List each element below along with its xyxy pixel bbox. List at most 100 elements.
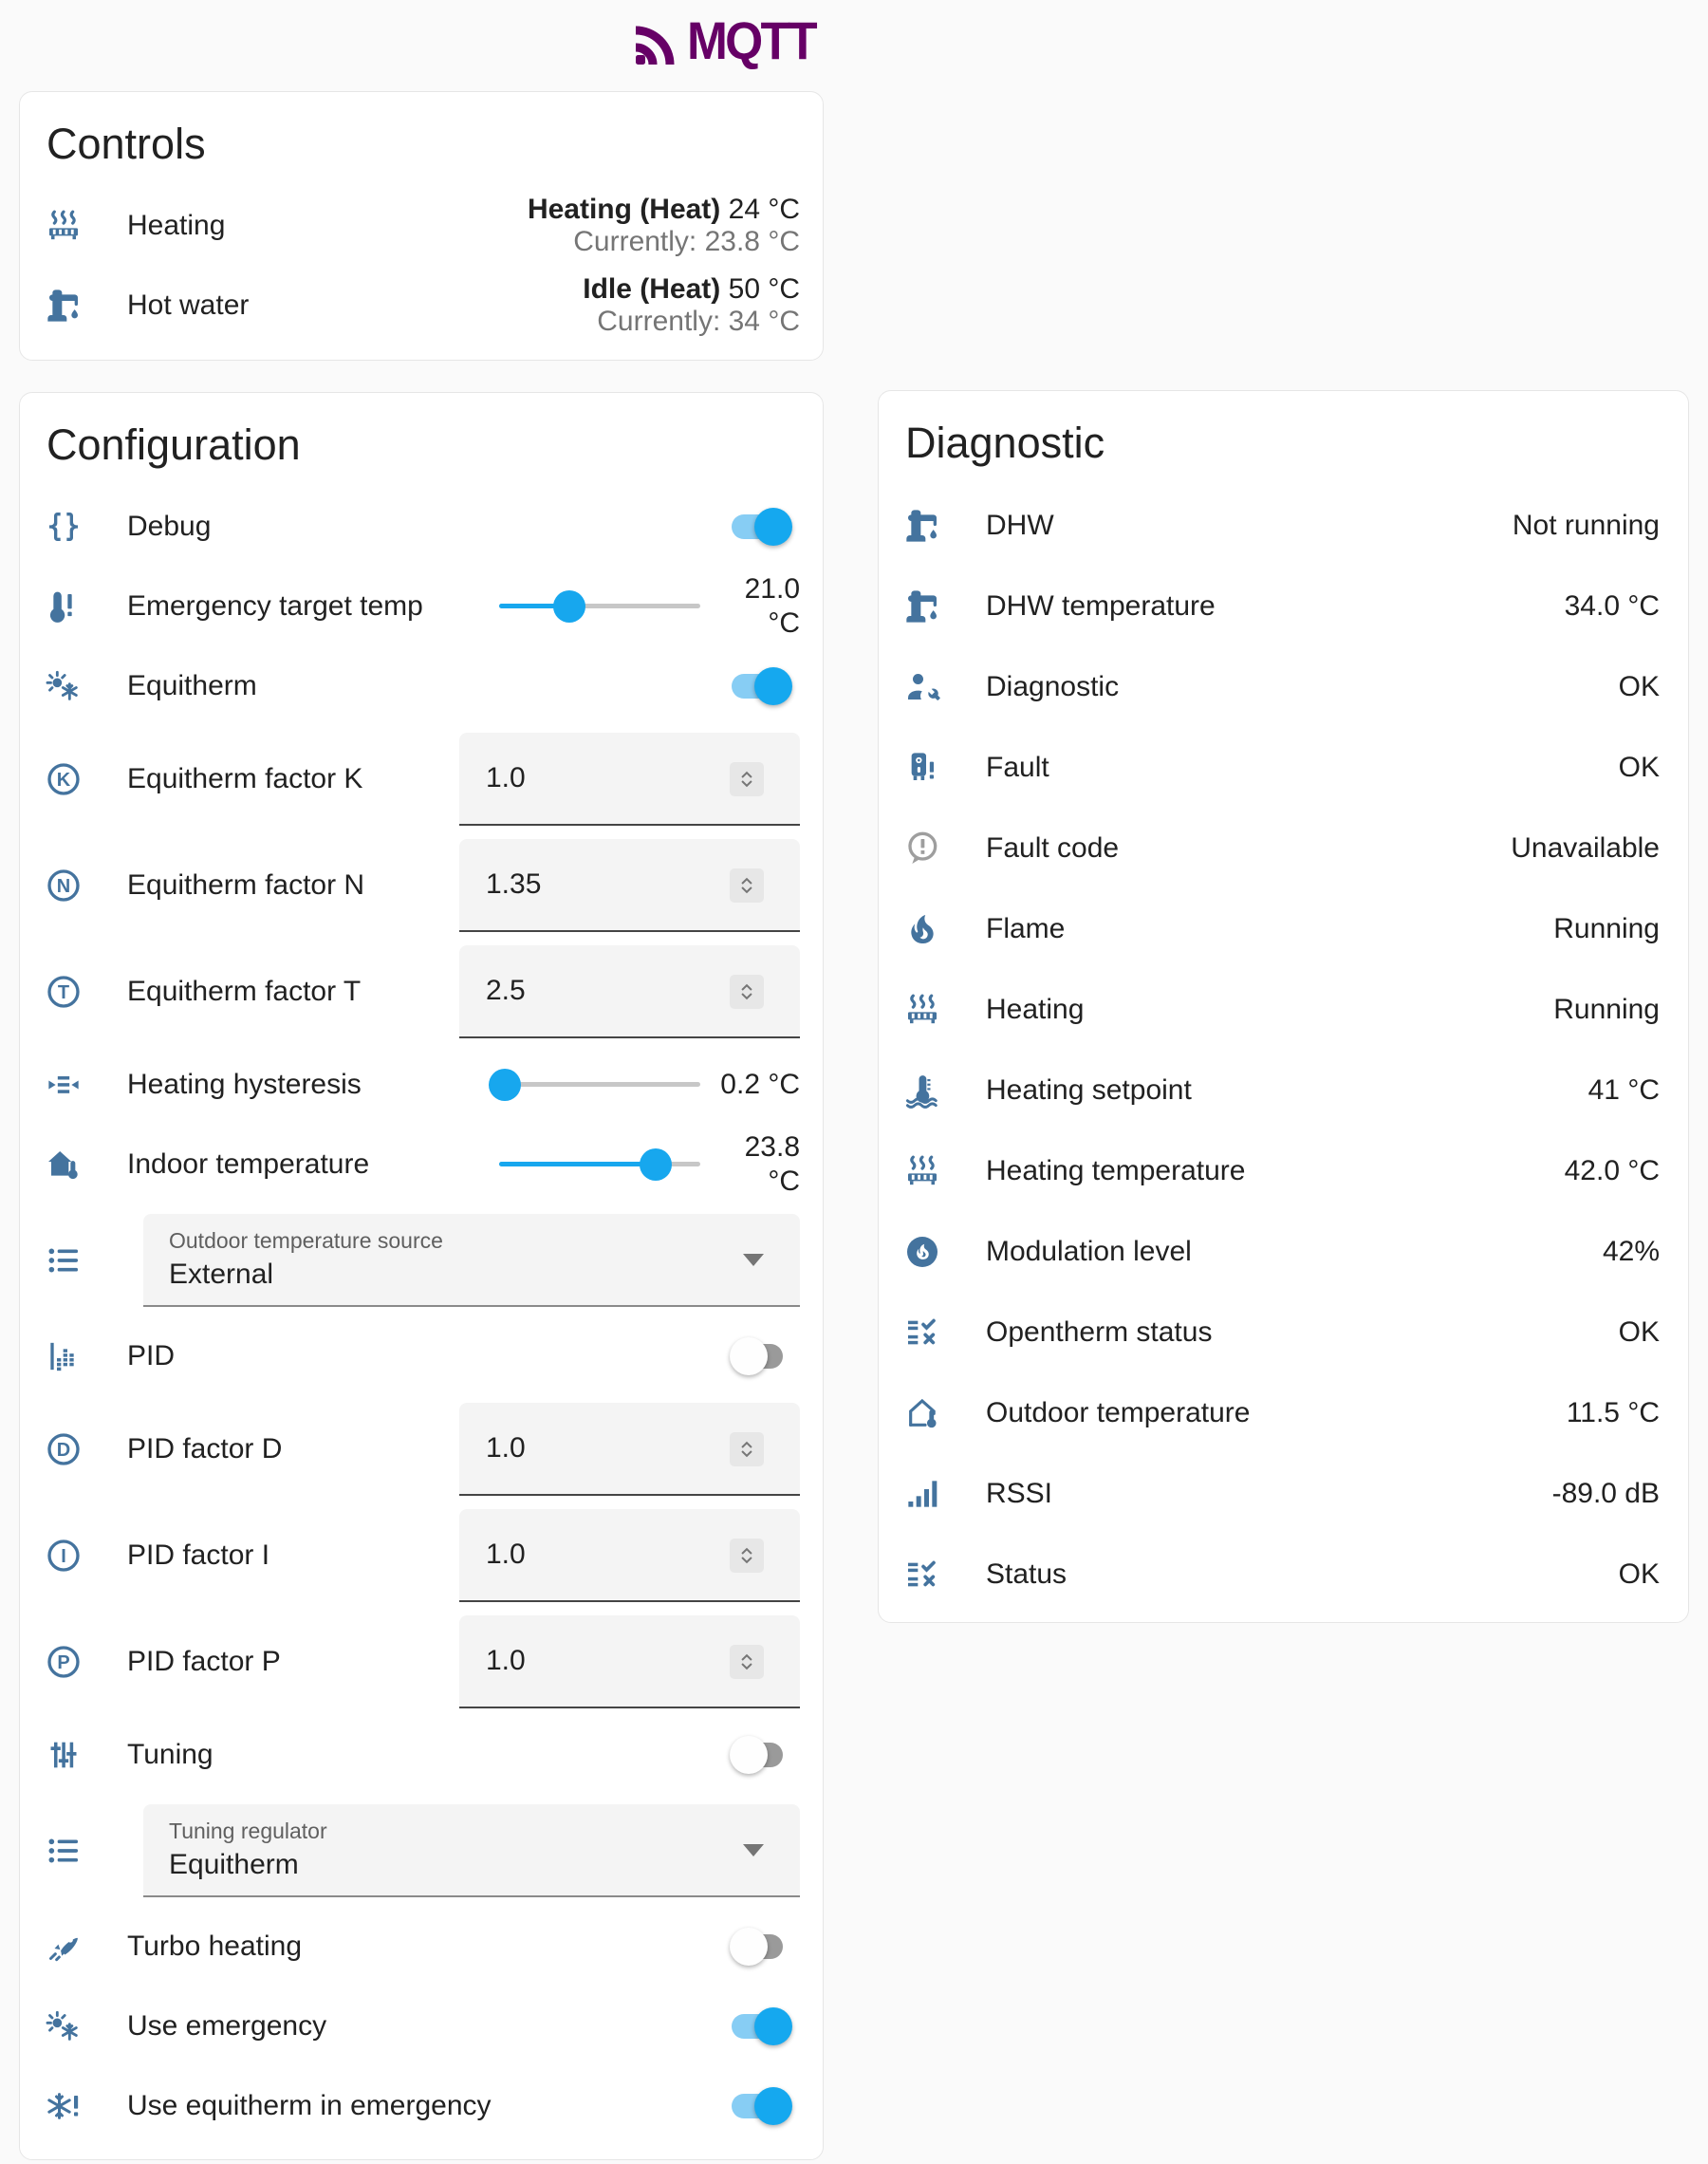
sun-snowflake-icon bbox=[45, 667, 83, 705]
message-alert-icon bbox=[903, 830, 941, 867]
equitherm-factor-n-input[interactable] bbox=[459, 868, 723, 901]
alpha-d-circle-icon: D bbox=[45, 1430, 83, 1468]
equitherm-factor-k-field bbox=[459, 733, 800, 826]
use-emergency-toggle[interactable] bbox=[732, 2007, 790, 2045]
hot-water-state-value: Idle (Heat) 50 °C Currently: 34 °C bbox=[249, 273, 800, 338]
controls-row-hot-water[interactable]: Hot water Idle (Heat) 50 °C Currently: 3… bbox=[43, 266, 800, 345]
equitherm-factor-t-input[interactable] bbox=[459, 975, 723, 1007]
stepper-buttons[interactable] bbox=[730, 762, 764, 796]
diag-row-fault-code[interactable]: Fault code Unavailable bbox=[901, 808, 1660, 888]
row-label: Heating temperature bbox=[986, 1155, 1246, 1187]
row-label: PID factor P bbox=[127, 1646, 459, 1678]
slider-knob[interactable] bbox=[640, 1148, 672, 1181]
diag-row-dhw[interactable]: DHW Not running bbox=[901, 485, 1660, 566]
stepper-buttons[interactable] bbox=[730, 1432, 764, 1466]
flame-value: Running bbox=[1065, 913, 1660, 945]
diag-row-heating[interactable]: Heating Running bbox=[901, 969, 1660, 1050]
row-label: Equitherm factor K bbox=[127, 763, 459, 795]
config-row-equitherm: Equitherm bbox=[43, 646, 800, 726]
thermometer-alert-icon bbox=[45, 588, 83, 625]
heating-hysteresis-value: 0.2 °C bbox=[700, 1068, 800, 1102]
equitherm-factor-n-field bbox=[459, 839, 800, 932]
equitherm-factor-k-input[interactable] bbox=[459, 762, 723, 794]
list-status-icon bbox=[903, 1556, 941, 1594]
row-label: Turbo heating bbox=[127, 1931, 732, 1963]
modulation-level-value: 42% bbox=[1192, 1236, 1660, 1268]
row-label: Use equitherm in emergency bbox=[127, 2090, 732, 2122]
indoor-temperature-slider[interactable] bbox=[499, 1146, 700, 1184]
diag-row-rssi[interactable]: RSSI -89.0 dB bbox=[901, 1453, 1660, 1534]
equitherm-toggle[interactable] bbox=[732, 667, 790, 705]
svg-text:I: I bbox=[61, 1546, 66, 1567]
stepper-buttons[interactable] bbox=[730, 1645, 764, 1679]
pid-factor-p-input[interactable] bbox=[459, 1645, 723, 1677]
stepper-buttons[interactable] bbox=[730, 868, 764, 903]
config-row-pid-factor-d: D PID factor D bbox=[43, 1396, 800, 1502]
tuning-toggle[interactable] bbox=[732, 1736, 790, 1774]
fault-value: OK bbox=[1049, 752, 1660, 784]
heating-value: Running bbox=[1084, 994, 1660, 1026]
controls-row-heating[interactable]: Heating Heating (Heat) 24 °C Currently: … bbox=[43, 186, 800, 266]
diag-row-status[interactable]: Status OK bbox=[901, 1534, 1660, 1614]
code-braces-icon bbox=[45, 508, 83, 546]
row-label: Opentherm status bbox=[986, 1316, 1212, 1349]
mqtt-logo: MQTT bbox=[634, 9, 826, 71]
svg-text:D: D bbox=[57, 1440, 70, 1461]
row-label: PID bbox=[127, 1340, 732, 1372]
opentherm-status-value: OK bbox=[1212, 1316, 1660, 1349]
config-row-tuning-regulator: Tuning regulator Equitherm bbox=[43, 1795, 800, 1907]
diag-row-diagnostic[interactable]: Diagnostic OK bbox=[901, 646, 1660, 727]
outdoor-temperature-source-select[interactable]: Outdoor temperature source External bbox=[143, 1214, 800, 1307]
pid-factor-p-field bbox=[459, 1615, 800, 1708]
diag-row-flame[interactable]: Flame Running bbox=[901, 888, 1660, 969]
debug-toggle[interactable] bbox=[732, 508, 790, 546]
diagnostic-card: Diagnostic DHW Not running DHW temperatu… bbox=[878, 390, 1689, 1623]
diag-row-heating-setpoint[interactable]: Heating setpoint 41 °C bbox=[901, 1050, 1660, 1130]
diag-row-opentherm-status[interactable]: Opentherm status OK bbox=[901, 1292, 1660, 1372]
fire-icon bbox=[903, 910, 941, 948]
diag-row-dhw-temperature[interactable]: DHW temperature 34.0 °C bbox=[901, 566, 1660, 646]
alpha-t-circle-icon: T bbox=[45, 973, 83, 1011]
home-thermometer-icon bbox=[45, 1146, 83, 1184]
dropdown-arrow-icon[interactable] bbox=[743, 1844, 764, 1856]
slider-knob[interactable] bbox=[553, 590, 585, 623]
water-boiler-alert-icon bbox=[903, 749, 941, 787]
diag-row-modulation-level[interactable]: Modulation level 42% bbox=[901, 1211, 1660, 1292]
config-row-pid: PID bbox=[43, 1316, 800, 1396]
row-label: Equitherm bbox=[127, 670, 732, 702]
stepper-buttons[interactable] bbox=[730, 1539, 764, 1573]
water-pump-icon bbox=[903, 588, 941, 625]
heating-hysteresis-slider[interactable] bbox=[499, 1066, 700, 1104]
row-label: Heating hysteresis bbox=[127, 1069, 499, 1101]
slider-track[interactable] bbox=[499, 1082, 700, 1087]
pid-factor-i-input[interactable] bbox=[459, 1539, 723, 1571]
row-label: Fault bbox=[986, 752, 1049, 784]
diag-row-heating-temperature[interactable]: Heating temperature 42.0 °C bbox=[901, 1130, 1660, 1211]
config-row-outdoor-temperature-source: Outdoor temperature source External bbox=[43, 1204, 800, 1316]
alpha-k-circle-icon: K bbox=[45, 760, 83, 798]
diag-row-outdoor-temperature[interactable]: Outdoor temperature 11.5 °C bbox=[901, 1372, 1660, 1453]
emergency-target-temp-slider[interactable] bbox=[499, 588, 700, 625]
heating-current-temp: Currently: 23.8 °C bbox=[225, 226, 800, 258]
select-floating-label: Tuning regulator bbox=[169, 1818, 800, 1844]
pid-factor-d-input[interactable] bbox=[459, 1432, 723, 1464]
stepper-buttons[interactable] bbox=[730, 975, 764, 1009]
turbo-heating-toggle[interactable] bbox=[732, 1928, 790, 1966]
row-label: Use emergency bbox=[127, 2010, 732, 2043]
diag-row-fault[interactable]: Fault OK bbox=[901, 727, 1660, 808]
select-value: Equitherm bbox=[169, 1846, 800, 1884]
row-label: Hot water bbox=[127, 289, 249, 322]
mqtt-logo-text: MQTT bbox=[687, 9, 815, 71]
water-pump-icon bbox=[45, 287, 83, 325]
row-label: RSSI bbox=[986, 1478, 1052, 1510]
format-list-icon bbox=[45, 1241, 83, 1279]
radiator-icon bbox=[45, 207, 83, 245]
config-row-indoor-temperature: Indoor temperature 23.8 °C bbox=[43, 1125, 800, 1204]
slider-knob[interactable] bbox=[489, 1069, 521, 1101]
config-row-tuning: Tuning bbox=[43, 1715, 800, 1795]
dropdown-arrow-icon[interactable] bbox=[743, 1254, 764, 1266]
pid-toggle[interactable] bbox=[732, 1337, 790, 1375]
tuning-regulator-select[interactable]: Tuning regulator Equitherm bbox=[143, 1804, 800, 1897]
status-value: OK bbox=[1067, 1558, 1660, 1591]
use-equitherm-in-emergency-toggle[interactable] bbox=[732, 2087, 790, 2125]
